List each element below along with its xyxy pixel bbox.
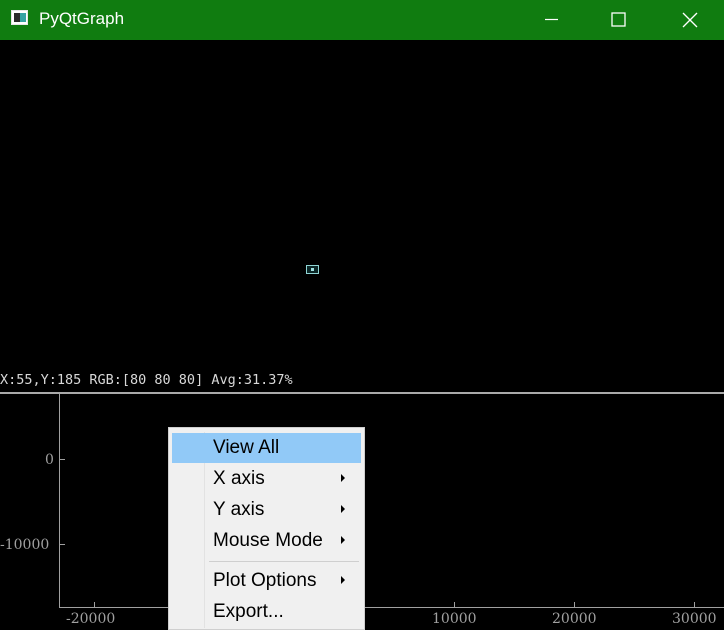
submenu-arrow-icon xyxy=(341,536,345,544)
menu-item-export[interactable]: Export... xyxy=(172,597,361,627)
menu-item-label: Export... xyxy=(213,601,284,622)
y-tick-label: -10000 xyxy=(0,537,50,553)
roi-marker[interactable] xyxy=(306,265,319,274)
menu-item-y-axis[interactable]: Y axis xyxy=(172,495,361,525)
menu-item-label: View All xyxy=(213,437,280,458)
menu-separator xyxy=(209,561,359,562)
menu-item-label: Plot Options xyxy=(213,570,317,591)
menu-item-label: Mouse Mode xyxy=(213,530,323,551)
x-tick-label: -20000 xyxy=(66,611,116,627)
y-tick-label: 0 xyxy=(45,452,54,468)
pyqtgraph-app-icon xyxy=(11,10,28,25)
window-title: PyQtGraph xyxy=(39,9,125,28)
close-icon xyxy=(682,12,698,28)
menu-item-label: X axis xyxy=(213,468,265,489)
maximize-button[interactable] xyxy=(596,0,642,40)
minimize-icon xyxy=(545,18,558,21)
menu-item-mouse-mode[interactable]: Mouse Mode xyxy=(172,526,361,556)
plot-context-menu: View All X axis Y axis Mouse Mode Plot O… xyxy=(168,427,365,630)
maximize-icon xyxy=(611,12,626,27)
menu-item-plot-options[interactable]: Plot Options xyxy=(172,566,361,596)
menu-item-label: Y axis xyxy=(213,499,265,520)
submenu-arrow-icon xyxy=(341,474,345,482)
menu-item-x-axis[interactable]: X axis xyxy=(172,464,361,494)
close-button[interactable] xyxy=(667,0,713,40)
x-tick-label: 10000 xyxy=(432,611,477,627)
menu-item-view-all[interactable]: View All xyxy=(172,433,361,463)
submenu-arrow-icon xyxy=(341,576,345,584)
image-view[interactable] xyxy=(0,40,724,392)
submenu-arrow-icon xyxy=(341,505,345,513)
x-tick-label: 20000 xyxy=(552,611,597,627)
pixel-readout-label: X:55,Y:185 RGB:[80 80 80] Avg:31.37% xyxy=(0,372,293,388)
x-tick-label: 30000 xyxy=(672,611,717,627)
window-titlebar[interactable]: PyQtGraph xyxy=(0,0,724,40)
minimize-button[interactable] xyxy=(529,0,575,40)
